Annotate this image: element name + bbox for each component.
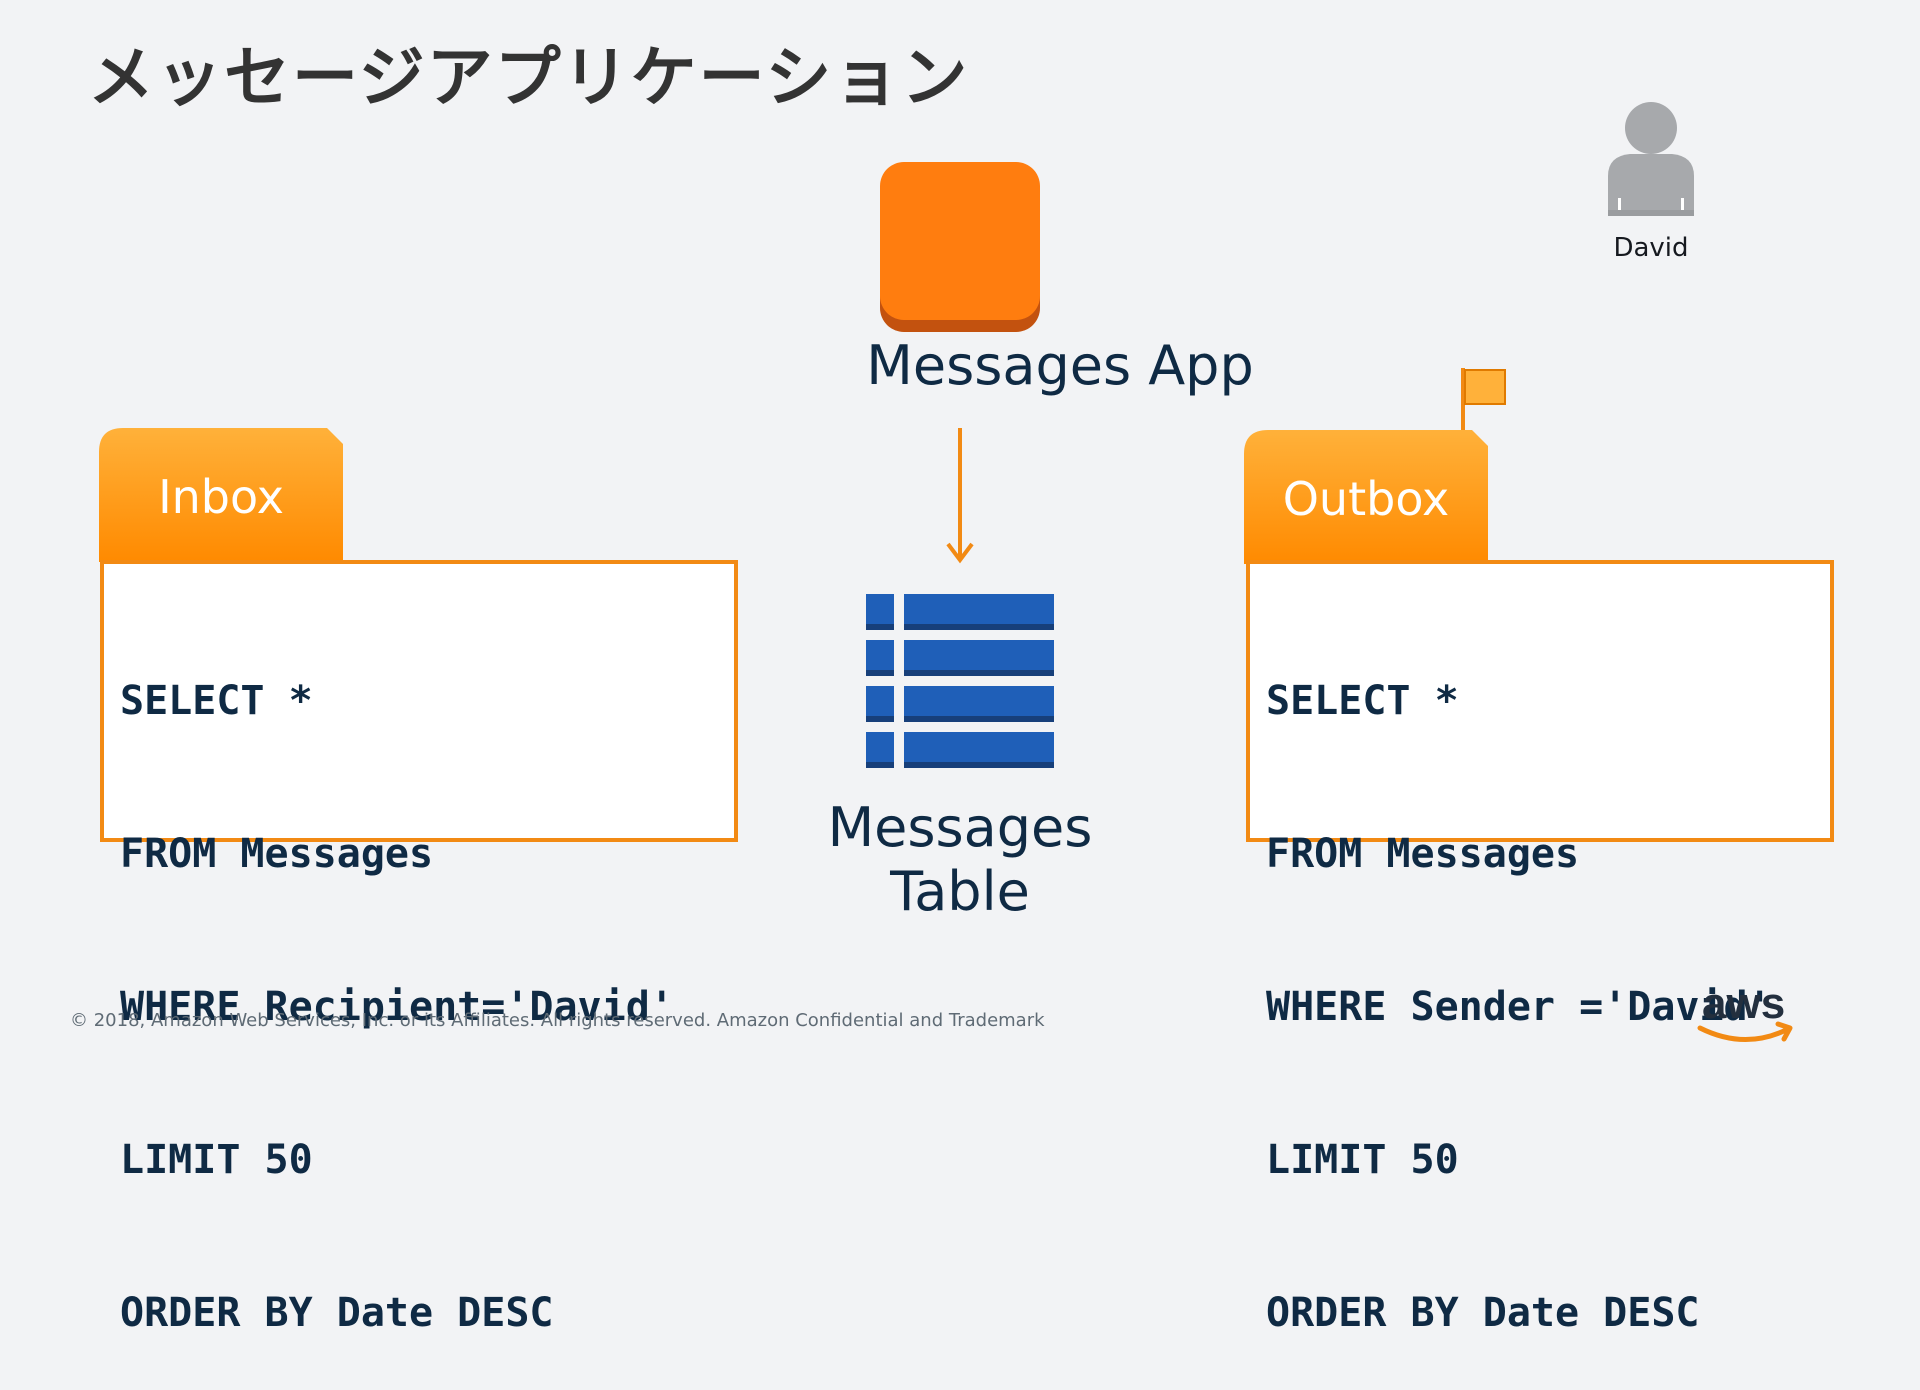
inbox-query-line-4: LIMIT 50 [120, 1137, 313, 1183]
table-label-line-2: Table [890, 860, 1030, 923]
outbox-label: Outbox [1282, 472, 1450, 526]
table-icon [866, 594, 1054, 768]
inbox-query-line-2: FROM Messages [120, 831, 434, 877]
table-label: Messages Table [760, 796, 1160, 924]
inbox-label: Inbox [158, 470, 284, 524]
aws-logo: aws [1697, 979, 1793, 1042]
app-label: Messages App [866, 334, 1254, 397]
outbox-query-line-1: SELECT * [1266, 678, 1459, 724]
outbox-query-line-5: ORDER BY Date DESC [1266, 1290, 1700, 1336]
application-icon [880, 162, 1040, 332]
aws-logo-text: aws [1702, 979, 1785, 1028]
page-title: メッセージアプリケーション [88, 39, 970, 116]
user-name: David [1613, 233, 1689, 263]
inbox-query-line-1: SELECT * [120, 678, 313, 724]
inbox-query-line-5: ORDER BY Date DESC [120, 1290, 554, 1336]
flag-icon [1461, 368, 1506, 432]
copyright-footer: © 2018, Amazon Web Services, Inc. or its… [70, 1010, 1045, 1031]
outbox-query-line-2: FROM Messages [1266, 831, 1580, 877]
inbox-query: SELECT * FROM Messages WHERE Recipient='… [100, 560, 738, 1336]
outbox-query: SELECT * FROM Messages WHERE Sender ='Da… [1246, 560, 1834, 1336]
outbox-query-line-4: LIMIT 50 [1266, 1137, 1459, 1183]
arrow-down-icon [946, 428, 974, 564]
user-icon [1608, 102, 1694, 216]
table-label-line-1: Messages [827, 796, 1093, 859]
